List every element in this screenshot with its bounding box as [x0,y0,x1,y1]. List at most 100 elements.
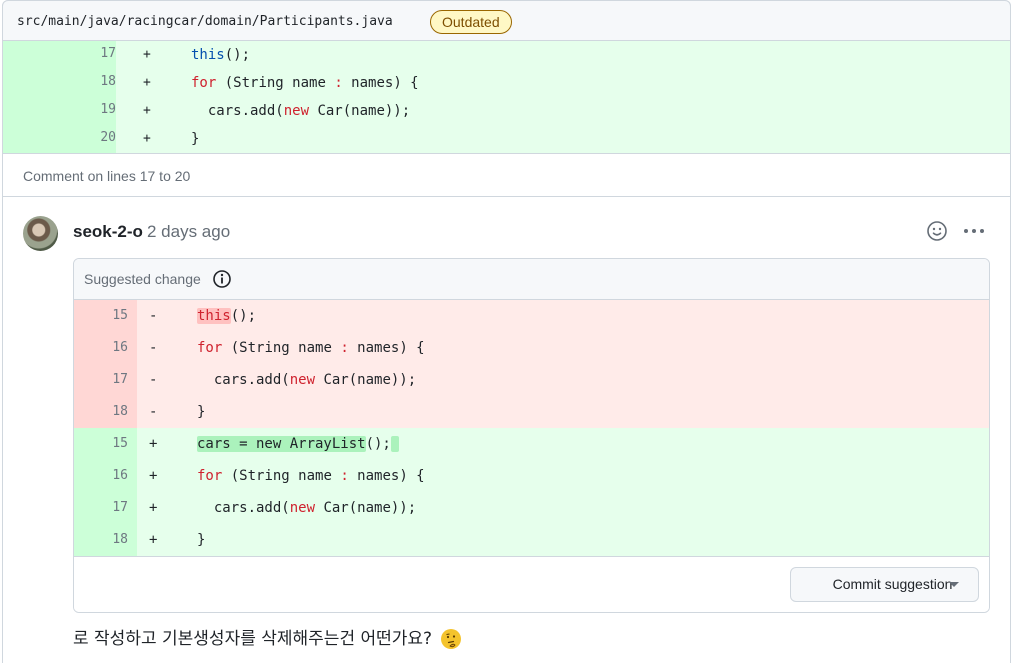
code-token: Car(name)); [309,103,411,119]
code-token: : [340,468,349,484]
code-token: } [197,532,206,548]
code-line: cars = new ArrayList(); [197,428,400,460]
diff-sign: - [149,404,158,420]
code-token: } [197,404,206,420]
code-token: names) { [342,75,419,91]
code-line: cars.add(new Car(name)); [197,492,416,524]
diff-sign: + [149,500,158,516]
code-token: cars.add( [197,500,290,516]
code-token: this [197,308,231,324]
diff-sign: + [149,468,158,484]
diff-sign: + [149,436,158,452]
thinking-face-icon [441,629,462,649]
line-number[interactable]: 18 [3,69,116,97]
line-number: 17 [74,364,137,396]
comment-body: 로 작성하고 기본생성자를 삭제해주는건 어떤가요? [73,624,462,649]
outdated-badge: Outdated [430,10,512,34]
code-line: } [191,124,199,154]
added-line: 16 + for (String name : names) { [74,460,989,492]
code-line: cars.add(new Car(name)); [197,364,416,396]
line-number: 16 [74,460,137,492]
code-token: : [334,75,343,91]
diff-line: 19 + cars.add(new Car(name)); [3,97,1010,125]
diff-sign: - [149,372,158,388]
diff-sign: - [149,308,158,324]
diff-line: 20 +} [3,125,1010,153]
code-token: names) { [348,340,425,356]
code-line: this(); [197,300,256,332]
line-number: 15 [74,428,137,460]
line-number: 18 [74,396,137,428]
code-token: (String name [222,340,341,356]
line-number: 18 [74,524,137,556]
code-token: (String name [222,468,341,484]
diff-sign: + [143,75,151,90]
diff-line: 17 + this(); [3,41,1010,69]
smiley-icon [927,221,947,241]
context-diff: 17 + this(); 18 + for (String name : names) {… [3,41,1010,153]
code-token [390,436,400,452]
deleted-line: 16- for (String name : names) { [74,332,989,364]
comment-range-label: Comment on lines 17 to 20 [3,153,1010,197]
code-token: this [191,47,225,63]
diff-sign: + [143,131,151,146]
avatar[interactable] [23,216,58,251]
file-path[interactable]: src/main/java/racingcar/domain/Participa… [17,14,393,29]
code-token: (String name [216,75,335,91]
deleted-line: 18-} [74,396,989,428]
code-token: new [289,372,316,388]
code-line: for (String name : names) { [191,68,419,98]
diff-sign: + [143,103,151,118]
code-token: : [340,340,349,356]
code-line: } [197,396,205,428]
commit-suggestion-label: Commit suggestion [832,576,953,592]
code-line: for (String name : names) { [197,460,425,492]
code-token: (); [365,436,391,452]
chevron-down-icon [949,582,959,587]
suggested-change-block: Suggested change 15- this(); 16- for (Strin… [73,258,990,613]
code-token: for [197,468,223,484]
deleted-line: 17- cars.add(new Car(name)); [74,364,989,396]
suggestion-footer: Commit suggestion [74,556,989,612]
added-line: 15 + cars = new ArrayList(); [74,428,989,460]
comment-text: 로 작성하고 기본생성자를 삭제해주는건 어떤가요? [73,629,433,649]
code-token: Car(name)); [315,372,417,388]
code-token: Car(name)); [315,500,417,516]
add-reaction-button[interactable] [925,219,949,243]
code-token: } [191,131,200,147]
code-token: cars.add( [191,103,284,119]
code-token: (); [230,308,257,324]
info-icon[interactable] [212,269,232,289]
code-token: new [283,103,310,119]
suggestion-title: Suggested change [84,271,201,287]
line-number: 17 [74,492,137,524]
line-number[interactable]: 20 [3,125,116,153]
added-line: 18 +} [74,524,989,556]
code-token: (); [224,47,251,63]
code-token: for [191,75,217,91]
code-token: new [289,500,316,516]
comment-timestamp[interactable]: 2 days ago [147,222,230,242]
line-number[interactable]: 17 [3,41,116,69]
code-line: this(); [191,40,250,70]
line-number: 15 [74,300,137,332]
file-header: src/main/java/racingcar/domain/Participa… [2,0,1011,41]
kebab-horizontal-icon [964,229,984,233]
line-number: 16 [74,332,137,364]
diff-sign: - [149,340,158,356]
code-token: for [197,340,223,356]
code-token: cars = new ArrayList [197,436,366,452]
suggestion-header: Suggested change [74,259,989,300]
code-line: cars.add(new Car(name)); [191,96,410,126]
code-token: names) { [348,468,425,484]
diff-sign: + [149,532,158,548]
commit-suggestion-button[interactable]: Commit suggestion [790,567,979,602]
line-number[interactable]: 19 [3,97,116,125]
diff-line: 18 + for (String name : names) { [3,69,1010,97]
diff-sign: + [143,47,151,62]
comment-author[interactable]: seok-2-o [73,222,143,242]
code-line: } [197,524,205,556]
code-token: cars.add( [197,372,290,388]
more-options-button[interactable] [962,219,986,243]
deleted-line: 15- this(); [74,300,989,332]
